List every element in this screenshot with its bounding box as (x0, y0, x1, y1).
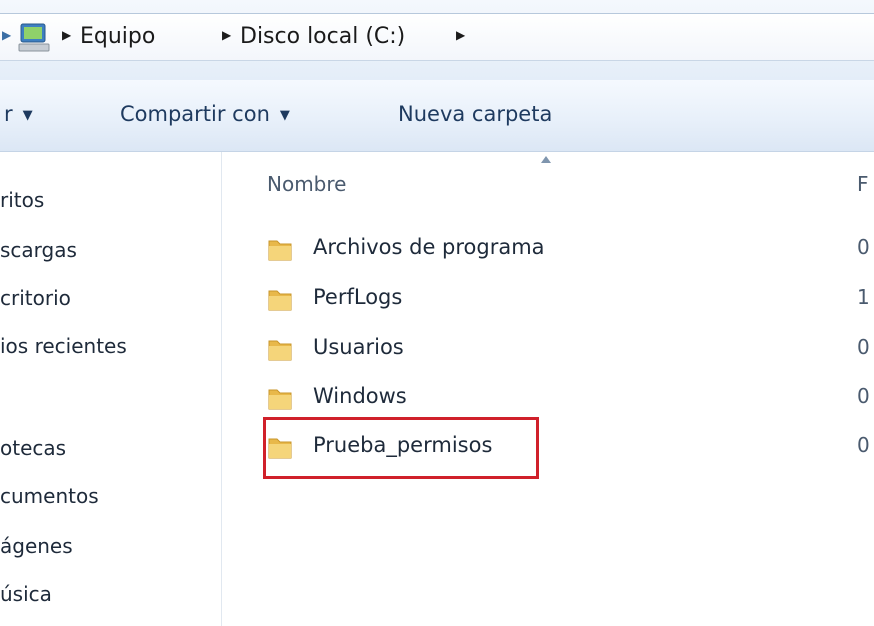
new-folder-button[interactable]: Nueva carpeta (398, 102, 552, 126)
nav-item-documentos[interactable]: cumentos (0, 484, 99, 508)
highlight-box (263, 417, 539, 479)
chevron-down-icon: ▼ (279, 107, 290, 123)
file-date: 0 (857, 335, 870, 359)
nav-item-escritorio[interactable]: critorio (0, 286, 71, 310)
list-item[interactable]: Usuarios 0 (267, 332, 870, 368)
file-date: 0 (857, 235, 870, 259)
list-item[interactable]: Archivos de programa 0 (267, 232, 870, 268)
chevron-right-icon[interactable]: ▶ (2, 28, 11, 42)
chevron-right-icon[interactable]: ▶ (62, 28, 71, 42)
file-date: 0 (857, 433, 870, 457)
file-list: Nombre F Archivos de programa 0 PerfLogs… (223, 152, 874, 626)
chevron-right-icon[interactable]: ▶ (456, 28, 465, 42)
column-header-name[interactable]: Nombre (267, 172, 346, 196)
folder-icon (268, 240, 292, 261)
list-item[interactable]: Windows 0 (267, 381, 870, 417)
breadcrumb-equipo[interactable]: Equipo (80, 24, 155, 49)
sort-ascending-icon (541, 156, 551, 163)
nav-item-musica[interactable]: úsica (0, 582, 52, 606)
folder-icon (268, 340, 292, 361)
chevron-down-icon: ▼ (22, 107, 33, 123)
new-folder-label: Nueva carpeta (398, 102, 553, 126)
nav-item-sitios-recientes[interactable]: ios recientes (0, 334, 127, 358)
folder-icon (268, 389, 292, 410)
share-label: Compartir con (120, 102, 270, 126)
file-name: Usuarios (313, 335, 404, 359)
breadcrumb-disco-local[interactable]: Disco local (C:) (240, 24, 405, 49)
file-date: 1 (857, 285, 870, 309)
organize-label: r (4, 102, 13, 126)
command-bar: r ▼ Compartir con ▼ Nueva carpeta (0, 80, 874, 152)
nav-item-descargas[interactable]: scargas (0, 238, 77, 262)
file-name: PerfLogs (313, 285, 403, 309)
share-button[interactable]: Compartir con ▼ (120, 102, 290, 126)
organize-button[interactable]: r ▼ (4, 102, 33, 126)
nav-item-imagenes[interactable]: ágenes (0, 534, 73, 558)
file-name: Windows (313, 384, 407, 408)
computer-icon[interactable] (18, 22, 52, 54)
file-name: Archivos de programa (313, 235, 545, 259)
list-item[interactable]: PerfLogs 1 (267, 282, 870, 318)
nav-item-favoritos[interactable]: ritos (0, 188, 44, 212)
chevron-right-icon[interactable]: ▶ (222, 28, 231, 42)
folder-icon (268, 290, 292, 311)
navigation-pane: ritos scargas critorio ios recientes ote… (0, 152, 222, 626)
breadcrumb[interactable]: ▶ ▶ Equipo ▶ Disco local (C:) ▶ (0, 13, 874, 61)
column-header-date[interactable]: F (857, 172, 869, 196)
file-date: 0 (857, 384, 870, 408)
nav-item-bibliotecas[interactable]: otecas (0, 436, 66, 460)
address-bar: ▶ ▶ Equipo ▶ Disco local (C:) ▶ (0, 0, 874, 80)
